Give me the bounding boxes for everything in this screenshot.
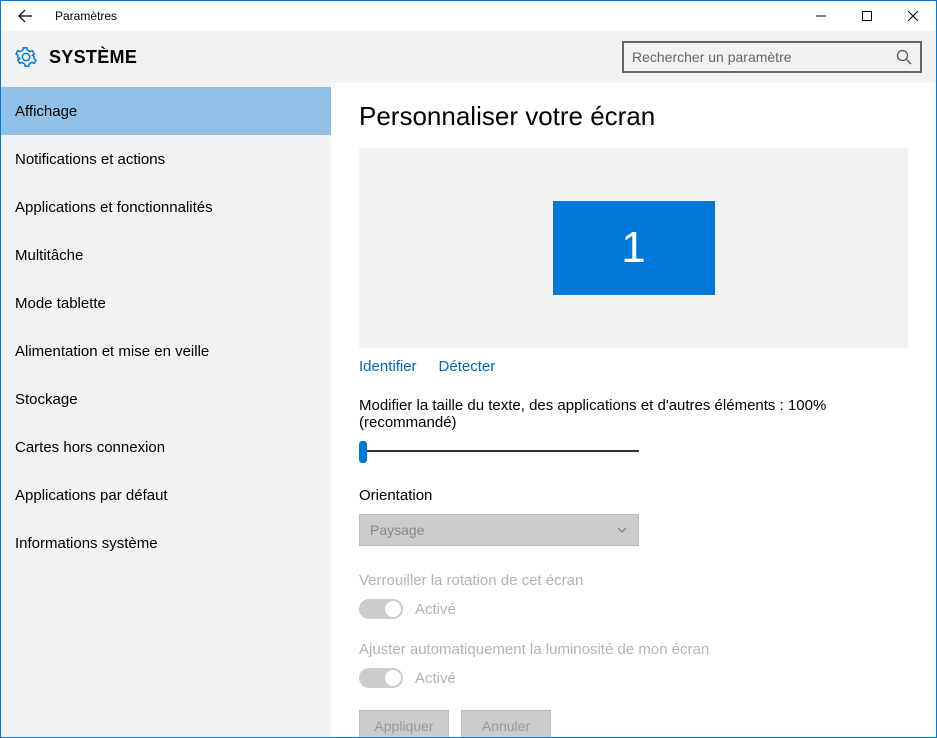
sidebar-item-label: Applications par défaut: [15, 487, 168, 504]
detect-link[interactable]: Détecter: [439, 358, 496, 375]
cancel-label: Annuler: [482, 718, 530, 734]
auto-brightness-toggle[interactable]: [359, 668, 403, 688]
slider-track: [359, 450, 639, 452]
orientation-value: Paysage: [370, 522, 424, 538]
maximize-button[interactable]: [844, 1, 890, 31]
identify-link[interactable]: Identifier: [359, 358, 417, 375]
sidebar-item-label: Notifications et actions: [15, 151, 165, 168]
sidebar-item-affichage[interactable]: Affichage: [1, 87, 331, 135]
sidebar-item-label: Mode tablette: [15, 295, 106, 312]
content-pane: Personnaliser votre écran 1 Identifier D…: [331, 83, 936, 737]
lock-rotation-label: Verrouiller la rotation de cet écran: [359, 572, 908, 589]
auto-brightness-state: Activé: [415, 670, 456, 687]
lock-rotation-row: Activé: [359, 599, 908, 619]
toggle-knob: [385, 601, 401, 617]
sidebar-item-label: Cartes hors connexion: [15, 439, 165, 456]
action-buttons: Appliquer Annuler: [359, 710, 908, 737]
sidebar-item-label: Stockage: [15, 391, 78, 408]
scale-label: Modifier la taille du texte, des applica…: [359, 397, 908, 431]
sidebar-item-label: Multitâche: [15, 247, 83, 264]
body: Affichage Notifications et actions Appli…: [1, 83, 936, 737]
sidebar-item-notifications[interactable]: Notifications et actions: [1, 135, 331, 183]
apply-label: Appliquer: [374, 718, 433, 734]
chevron-down-icon: [616, 524, 628, 536]
search-input[interactable]: [632, 49, 896, 65]
auto-brightness-row: Activé: [359, 668, 908, 688]
search-icon: [896, 49, 912, 65]
lock-rotation-state: Activé: [415, 601, 456, 618]
toggle-knob: [385, 670, 401, 686]
minimize-button[interactable]: [798, 1, 844, 31]
auto-brightness-label: Ajuster automatiquement la luminosité de…: [359, 641, 908, 658]
sidebar: Affichage Notifications et actions Appli…: [1, 83, 331, 737]
sidebar-item-label: Applications et fonctionnalités: [15, 199, 213, 216]
page-title: Personnaliser votre écran: [359, 101, 908, 132]
category-title: SYSTÈME: [49, 47, 137, 68]
search-box[interactable]: [622, 41, 922, 73]
slider-thumb[interactable]: [359, 441, 367, 463]
sidebar-item-apps-defaut[interactable]: Applications par défaut: [1, 471, 331, 519]
scale-slider[interactable]: [359, 441, 639, 461]
cancel-button[interactable]: Annuler: [461, 710, 551, 737]
close-icon: [908, 11, 918, 21]
back-button[interactable]: [1, 1, 49, 31]
sidebar-item-alimentation[interactable]: Alimentation et mise en veille: [1, 327, 331, 375]
sidebar-item-label: Alimentation et mise en veille: [15, 343, 209, 360]
close-button[interactable]: [890, 1, 936, 31]
gear-icon: [15, 46, 37, 68]
sidebar-item-label: Informations système: [15, 535, 158, 552]
sidebar-item-label: Affichage: [15, 103, 77, 120]
page-header: SYSTÈME: [1, 31, 936, 83]
arrow-left-icon: [17, 8, 33, 24]
sidebar-item-infos[interactable]: Informations système: [1, 519, 331, 567]
sidebar-item-apps-features[interactable]: Applications et fonctionnalités: [1, 183, 331, 231]
sidebar-item-multitache[interactable]: Multitâche: [1, 231, 331, 279]
orientation-label: Orientation: [359, 487, 908, 504]
monitor-number: 1: [621, 223, 645, 273]
minimize-icon: [816, 11, 826, 21]
sidebar-item-stockage[interactable]: Stockage: [1, 375, 331, 423]
monitor-tile[interactable]: 1: [553, 201, 715, 295]
sidebar-item-tablette[interactable]: Mode tablette: [1, 279, 331, 327]
settings-window: Paramètres SYSTÈME Affichage No: [0, 0, 937, 738]
lock-rotation-toggle[interactable]: [359, 599, 403, 619]
window-title: Paramètres: [49, 9, 117, 23]
maximize-icon: [862, 11, 872, 21]
orientation-dropdown[interactable]: Paysage: [359, 514, 639, 546]
apply-button[interactable]: Appliquer: [359, 710, 449, 737]
sidebar-item-cartes[interactable]: Cartes hors connexion: [1, 423, 331, 471]
titlebar: Paramètres: [1, 1, 936, 31]
display-links: Identifier Détecter: [359, 358, 908, 375]
display-preview[interactable]: 1: [359, 148, 908, 348]
